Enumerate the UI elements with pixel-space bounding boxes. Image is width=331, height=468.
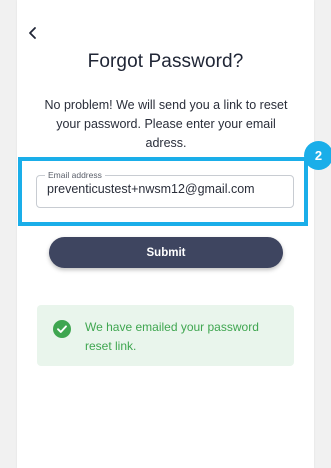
page-title: Forgot Password? [87, 51, 244, 72]
back-button[interactable] [24, 22, 44, 44]
step-number-badge: 2 [304, 141, 331, 170]
submit-button[interactable]: Submit [49, 237, 283, 268]
chevron-left-icon [24, 22, 44, 44]
check-circle-icon [53, 320, 71, 338]
email-input[interactable] [47, 182, 287, 196]
email-field[interactable]: Email address [36, 169, 294, 208]
success-alert: We have emailed your password reset link… [37, 305, 294, 366]
success-message: We have emailed your password reset link… [85, 320, 259, 353]
instructions-text: No problem! We will send you a link to r… [44, 98, 288, 150]
email-field-label: Email address [45, 169, 105, 181]
